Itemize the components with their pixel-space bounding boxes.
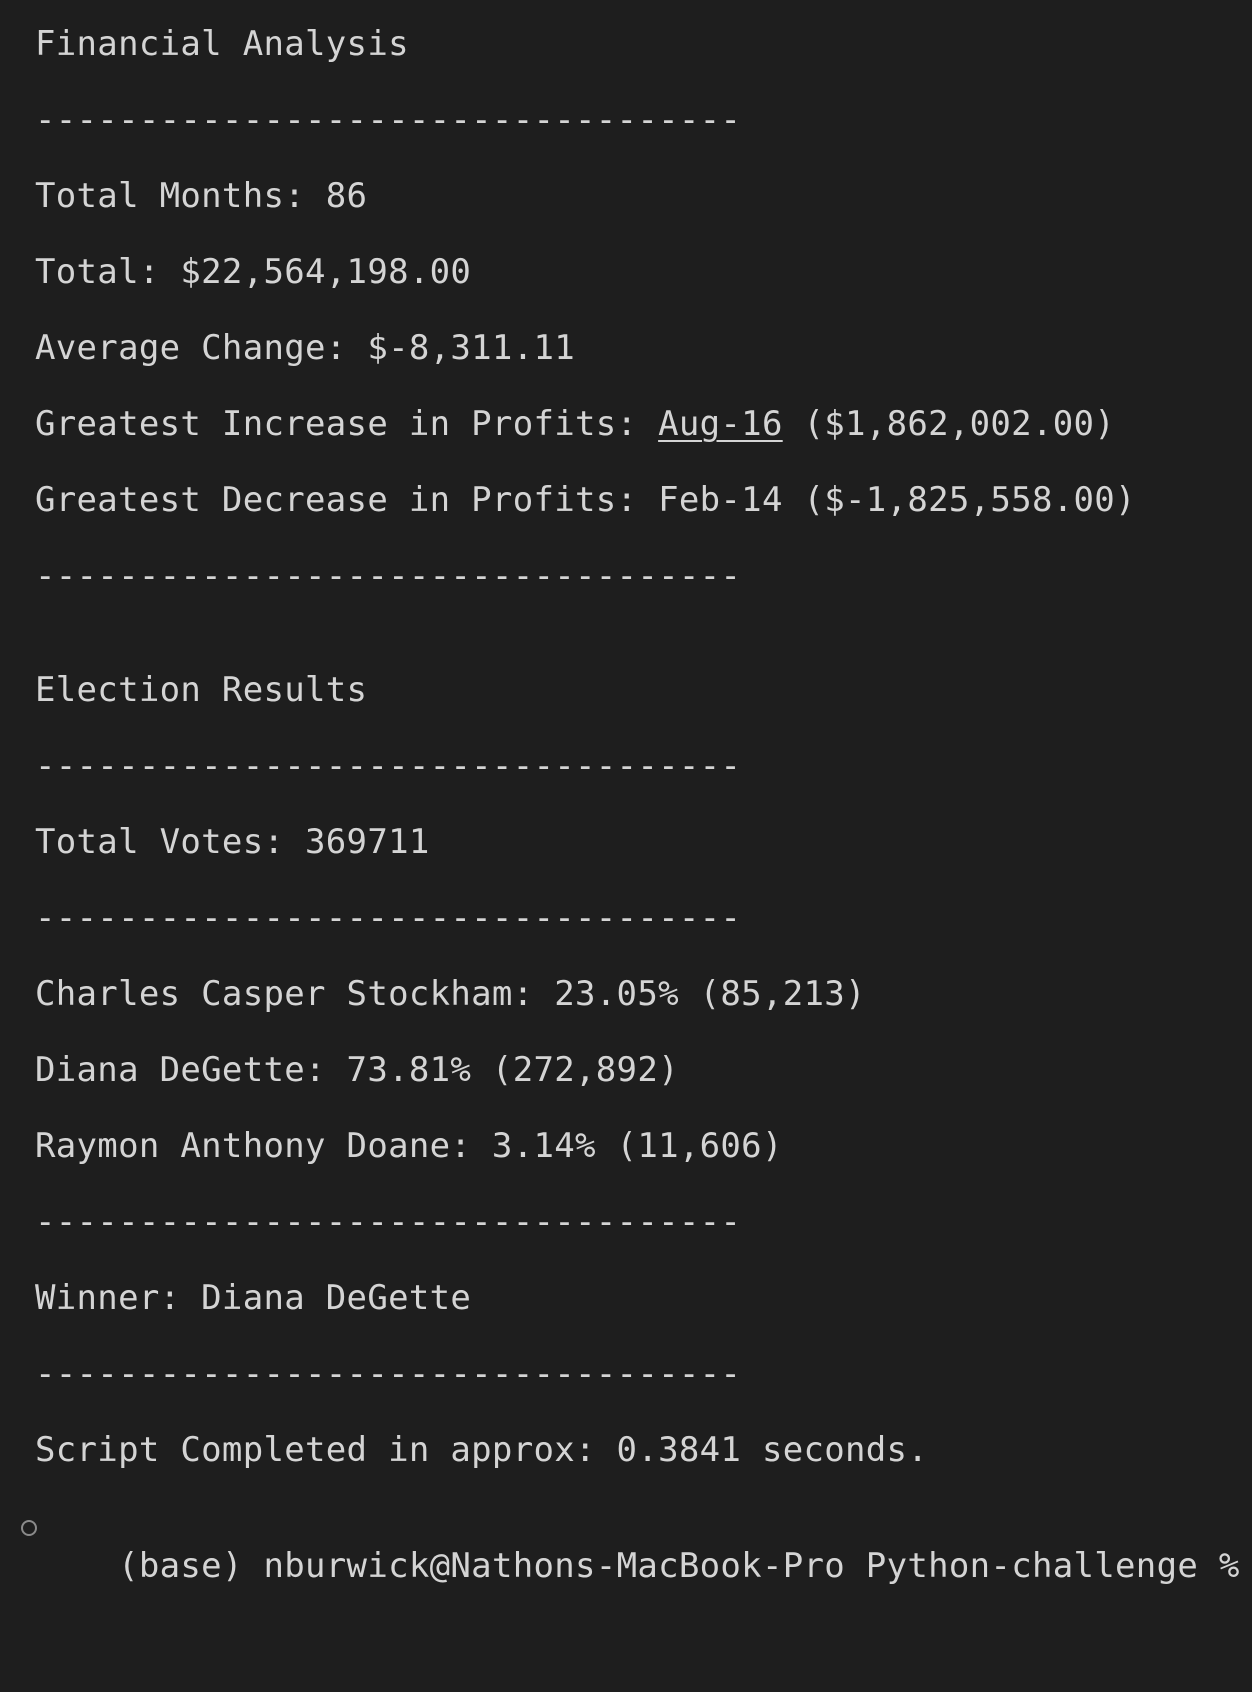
greatest-increase: Greatest Increase in Profits: Aug-16 ($1…	[35, 404, 1115, 444]
candidate-result: Raymon Anthony Doane: 3.14% (11,606)	[35, 1126, 783, 1166]
prompt-text: (base) nburwick@Nathons-MacBook-Pro Pyth…	[118, 1546, 1252, 1586]
separator: ----------------------------------	[35, 898, 742, 938]
separator: ----------------------------------	[35, 1354, 742, 1394]
greatest-increase-prefix: Greatest Increase in Profits:	[35, 404, 659, 444]
shell-prompt[interactable]: (base) nburwick@Nathons-MacBook-Pro Pyth…	[21, 1506, 1252, 1586]
financial-title: Financial Analysis	[35, 24, 409, 64]
election-title: Election Results	[35, 670, 368, 710]
candidate-result: Charles Casper Stockham: 23.05% (85,213)	[35, 974, 866, 1014]
terminal-output[interactable]: Financial Analysis ---------------------…	[0, 0, 1252, 1692]
winner: Winner: Diana DeGette	[35, 1278, 472, 1318]
average-change: Average Change: $-8,311.11	[35, 328, 576, 368]
separator: ----------------------------------	[35, 100, 742, 140]
separator: ----------------------------------	[35, 1202, 742, 1242]
greatest-increase-date-link[interactable]: Aug-16	[658, 404, 783, 444]
script-completed: Script Completed in approx: 0.3841 secon…	[35, 1430, 929, 1470]
greatest-increase-amount: ($1,862,002.00)	[782, 404, 1116, 444]
total-months: Total Months: 86	[35, 176, 368, 216]
separator: ----------------------------------	[35, 746, 742, 786]
command-status-circle-icon[interactable]	[21, 1520, 37, 1536]
candidate-result: Diana DeGette: 73.81% (272,892)	[35, 1050, 679, 1090]
greatest-decrease: Greatest Decrease in Profits: Feb-14 ($-…	[35, 480, 1136, 520]
separator: ----------------------------------	[35, 556, 742, 596]
total-votes: Total Votes: 369711	[35, 822, 430, 862]
total-amount: Total: $22,564,198.00	[35, 252, 472, 292]
